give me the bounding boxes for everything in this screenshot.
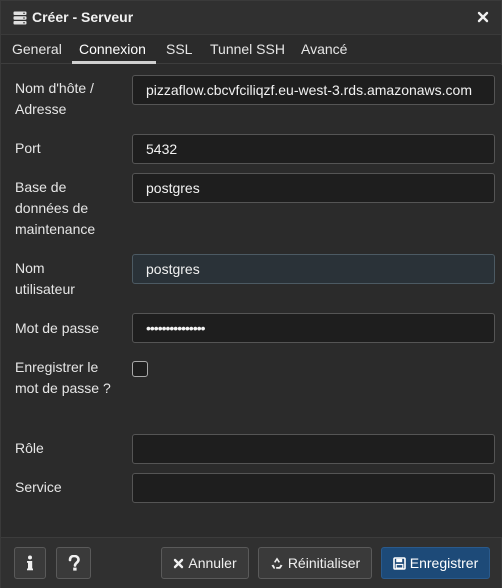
tab-connexion[interactable]: Connexion bbox=[79, 41, 146, 57]
service-label: Service bbox=[15, 479, 62, 495]
username-input[interactable]: postgres bbox=[132, 254, 495, 284]
connection-form: Nom d'hôte / Adresse pizzaflow.cbcvfcili… bbox=[2, 65, 502, 537]
reset-label: Réinitialiser bbox=[287, 555, 361, 571]
maintenance-db-label: Base de données de maintenance bbox=[15, 179, 96, 237]
save-password-label: Enregistrer le mot de passe ? bbox=[15, 359, 111, 396]
recycle-icon bbox=[271, 557, 283, 569]
port-label: Port bbox=[15, 140, 41, 156]
create-server-dialog: Créer - Serveur General Connexion SSL Tu… bbox=[0, 0, 502, 588]
password-label: Mot de passe bbox=[15, 320, 100, 336]
port-input[interactable]: 5432 bbox=[132, 134, 495, 164]
tab-tunnel-ssh[interactable]: Tunnel SSH bbox=[210, 41, 285, 57]
reset-button[interactable]: Réinitialiser bbox=[258, 547, 372, 579]
role-label: Rôle bbox=[15, 440, 44, 456]
host-input[interactable]: pizzaflow.cbcvfciliqzf.eu-west-3.rds.ama… bbox=[132, 75, 495, 105]
tab-bar: General Connexion SSL Tunnel SSH Avancé bbox=[1, 36, 501, 64]
help-button[interactable] bbox=[56, 547, 91, 579]
tab-ssl[interactable]: SSL bbox=[166, 41, 192, 57]
save-button[interactable]: Enregistrer bbox=[381, 547, 490, 579]
password-input[interactable]: ••••••••••••••• bbox=[132, 313, 495, 343]
active-tab-indicator bbox=[72, 61, 156, 64]
info-button[interactable] bbox=[14, 547, 46, 579]
save-password-checkbox[interactable] bbox=[132, 361, 148, 377]
save-icon bbox=[392, 556, 406, 570]
tab-avance[interactable]: Avancé bbox=[301, 41, 347, 57]
close-icon[interactable] bbox=[476, 10, 490, 24]
maintenance-db-input[interactable]: postgres bbox=[132, 173, 495, 203]
role-input[interactable] bbox=[132, 434, 495, 464]
cancel-label: Annuler bbox=[188, 555, 237, 571]
dialog-titlebar[interactable]: Créer - Serveur bbox=[1, 1, 501, 35]
save-label: Enregistrer bbox=[409, 555, 479, 571]
username-label: Nom utilisateur bbox=[15, 260, 75, 297]
tab-general[interactable]: General bbox=[12, 41, 62, 57]
info-icon bbox=[27, 555, 33, 571]
host-label: Nom d'hôte / Adresse bbox=[15, 80, 94, 117]
server-icon bbox=[13, 11, 27, 25]
dialog-footer: Annuler Réinitialiser Enregistrer bbox=[1, 537, 501, 588]
close-icon bbox=[174, 558, 184, 568]
cancel-button[interactable]: Annuler bbox=[161, 547, 249, 579]
dialog-title: Créer - Serveur bbox=[32, 9, 134, 25]
service-input[interactable] bbox=[132, 473, 495, 503]
help-icon bbox=[68, 555, 80, 571]
